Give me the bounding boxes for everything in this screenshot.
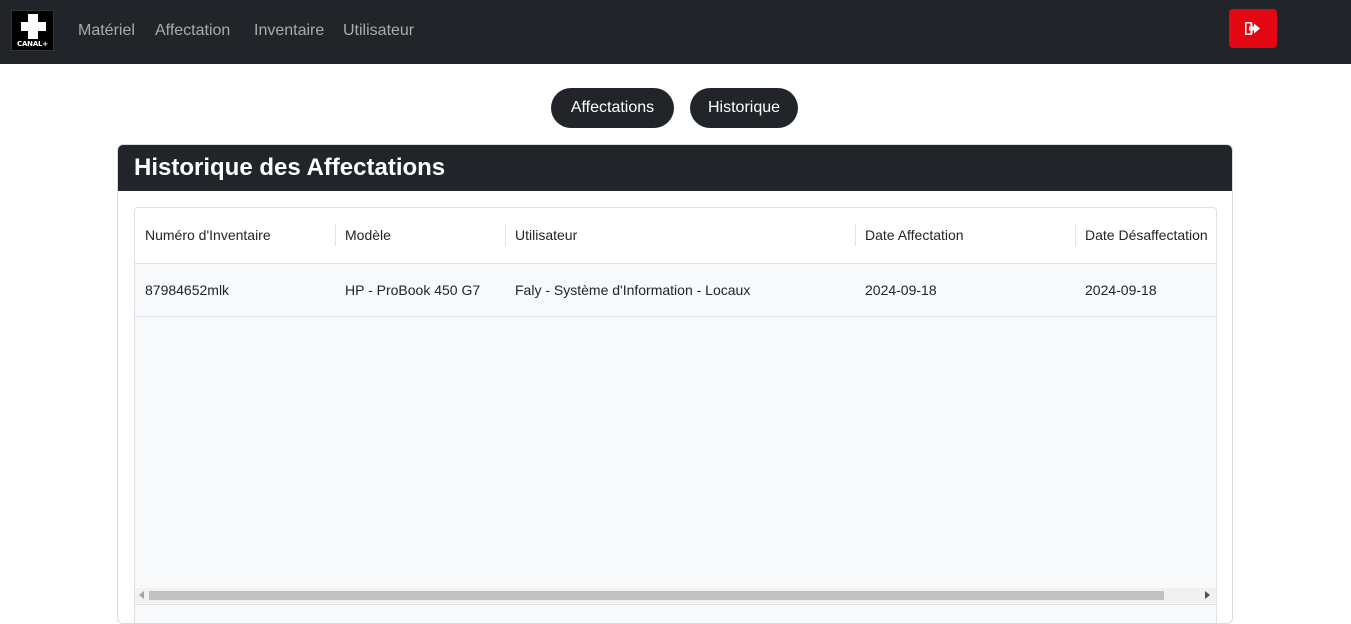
cell-date-desaffectation: 2024-09-18 xyxy=(1085,282,1157,298)
column-header-date-desaffectation[interactable]: Date Désaffectation xyxy=(1085,227,1208,244)
column-divider[interactable] xyxy=(1075,224,1076,246)
table-header: Numéro d'Inventaire Modèle Utilisateur D… xyxy=(135,208,1216,264)
sign-out-icon xyxy=(1245,22,1260,35)
logo-cross-horizontal xyxy=(21,22,46,31)
cell-utilisateur: Faly - Système d'Information - Locaux xyxy=(515,282,751,298)
top-navbar: CANAL+ Matériel Affectation Inventaire U… xyxy=(0,0,1351,64)
column-divider[interactable] xyxy=(855,224,856,246)
column-header-modele[interactable]: Modèle xyxy=(345,227,391,244)
history-table: Numéro d'Inventaire Modèle Utilisateur D… xyxy=(134,207,1217,623)
card-header: Historique des Affectations xyxy=(118,145,1232,191)
card-title: Historique des Affectations xyxy=(134,154,446,181)
cell-date-affectation: 2024-09-18 xyxy=(865,282,937,298)
scroll-left-arrow-icon[interactable] xyxy=(139,591,144,599)
nav-link-utilisateur[interactable]: Utilisateur xyxy=(343,21,414,41)
tab-affectations[interactable]: Affectations xyxy=(551,88,674,128)
canal-plus-logo[interactable]: CANAL+ xyxy=(11,10,54,51)
column-divider[interactable] xyxy=(505,224,506,246)
nav-link-affectation[interactable]: Affectation xyxy=(155,21,230,41)
history-card: Historique des Affectations Numéro d'Inv… xyxy=(117,144,1233,624)
column-divider[interactable] xyxy=(335,224,336,246)
column-header-date-affectation[interactable]: Date Affectation xyxy=(865,227,964,244)
horizontal-scrollbar[interactable] xyxy=(135,588,1216,603)
table-row[interactable]: 87984652mlk HP - ProBook 450 G7 Faly - S… xyxy=(135,264,1216,317)
cell-inventaire: 87984652mlk xyxy=(145,282,230,298)
scroll-right-arrow-icon[interactable] xyxy=(1205,591,1210,599)
logout-button[interactable] xyxy=(1229,9,1277,48)
scrollbar-thumb[interactable] xyxy=(149,591,1164,600)
tab-historique[interactable]: Historique xyxy=(690,88,798,128)
column-header-inventaire[interactable]: Numéro d'Inventaire xyxy=(145,227,271,244)
logo-brand-text: CANAL+ xyxy=(17,40,48,48)
nav-link-inventaire[interactable]: Inventaire xyxy=(254,21,324,41)
column-header-utilisateur[interactable]: Utilisateur xyxy=(515,227,577,244)
cell-modele: HP - ProBook 450 G7 xyxy=(345,282,481,298)
table-footer-divider xyxy=(135,604,1216,605)
nav-link-materiel[interactable]: Matériel xyxy=(78,21,135,41)
